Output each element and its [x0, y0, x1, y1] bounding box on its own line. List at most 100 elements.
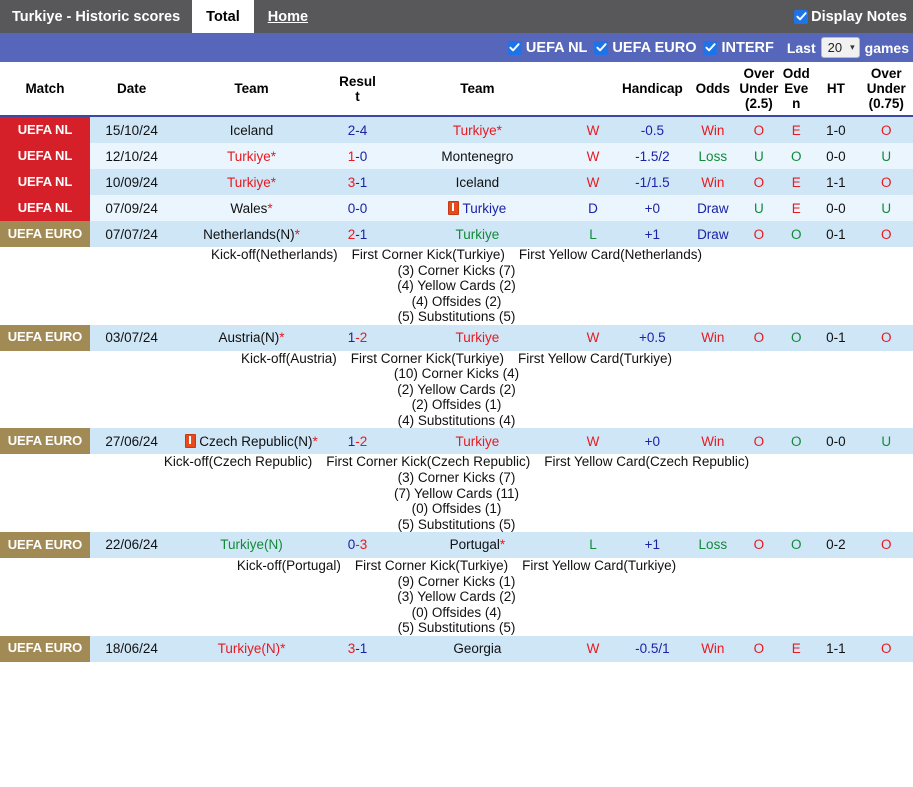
away-team[interactable]: Portugal*	[385, 532, 569, 558]
table-row[interactable]: UEFA NL10/09/24Turkiye*3-1IcelandW-1/1.5…	[0, 169, 913, 195]
table-row[interactable]: UEFA EURO22/06/24Turkiye(N)0-3Portugal*L…	[0, 532, 913, 558]
games-count-select[interactable]: 20 ▾	[821, 37, 860, 58]
home-team[interactable]: Wales*	[173, 195, 329, 221]
competition-badge[interactable]: UEFA NL	[0, 169, 90, 195]
away-team[interactable]: Turkiye	[385, 195, 569, 221]
over-under-25-value: O	[737, 116, 780, 143]
checkbox-checked-icon[interactable]	[508, 41, 522, 55]
over-under-25-value: U	[737, 143, 780, 169]
table-row[interactable]: UEFA EURO03/07/24Austria(N)*1-2TurkiyeW+…	[0, 325, 913, 351]
competition-badge[interactable]: UEFA EURO	[0, 325, 90, 351]
competition-badge[interactable]: UEFA NL	[0, 116, 90, 143]
table-row[interactable]: UEFA EURO07/07/24Netherlands(N)*2-1Turki…	[0, 221, 913, 247]
handicap-value: -0.5/1	[617, 636, 689, 662]
odds-value: Win	[688, 169, 737, 195]
odds-value: Win	[688, 428, 737, 454]
home-team[interactable]: Iceland	[173, 116, 329, 143]
col-match[interactable]: Match	[0, 62, 90, 116]
result-score: 0-3	[330, 532, 386, 558]
card-icon	[448, 201, 459, 215]
match-date: 15/10/24	[90, 116, 173, 143]
filter-uefa-nl[interactable]: UEFA NL	[508, 40, 588, 56]
col-team-home[interactable]: Team	[173, 62, 329, 116]
odds-value: Win	[688, 116, 737, 143]
result-score: 1-2	[330, 428, 386, 454]
half-time-score: 1-1	[812, 169, 859, 195]
checkbox-checked-icon[interactable]	[794, 10, 808, 24]
handicap-value: +1	[617, 221, 689, 247]
odd-even-value: O	[780, 143, 812, 169]
table-row[interactable]: UEFA EURO18/06/24Turkiye(N)*3-1GeorgiaW-…	[0, 636, 913, 662]
checkbox-checked-icon[interactable]	[594, 41, 608, 55]
away-team[interactable]: Turkiye	[385, 428, 569, 454]
tab-total[interactable]: Total	[192, 0, 254, 33]
competition-badge[interactable]: UEFA EURO	[0, 221, 90, 247]
team-name: Turkiye*	[227, 175, 276, 190]
competition-badge[interactable]: UEFA EURO	[0, 636, 90, 662]
over-under-075-value: O	[859, 169, 913, 195]
home-marker-asterisk: *	[280, 641, 285, 656]
note-headline-item: First Yellow Card(Czech Republic)	[544, 454, 749, 469]
team-name: Austria(N)*	[219, 330, 285, 345]
note-stat-line: (9) Corner Kicks (1)	[0, 574, 913, 590]
col-odds[interactable]: Odds	[688, 62, 737, 116]
col-spacer	[569, 62, 616, 116]
home-team[interactable]: Netherlands(N)*	[173, 221, 329, 247]
away-team[interactable]: Turkiye	[385, 325, 569, 351]
competition-badge[interactable]: UEFA EURO	[0, 532, 90, 558]
result-score: 3-1	[330, 636, 386, 662]
table-row[interactable]: UEFA EURO27/06/24Czech Republic(N)*1-2Tu…	[0, 428, 913, 454]
col-ht[interactable]: HT	[812, 62, 859, 116]
filter-interf[interactable]: INTERF	[703, 40, 773, 56]
note-headline-item: Kick-off(Austria)	[241, 351, 337, 366]
home-team[interactable]: Turkiye*	[173, 169, 329, 195]
odd-even-value: E	[780, 169, 812, 195]
col-over-under-25[interactable]: OverUnder(2.5)	[737, 62, 780, 116]
competition-badge[interactable]: UEFA NL	[0, 143, 90, 169]
table-row[interactable]: UEFA NL07/09/24Wales*0-0TurkiyeD+0DrawUE…	[0, 195, 913, 221]
match-notes-row: Kick-off(Czech Republic)First Corner Kic…	[0, 454, 913, 532]
col-handicap[interactable]: Handicap	[617, 62, 689, 116]
tab-home[interactable]: Home	[254, 0, 322, 33]
home-team[interactable]: Turkiye*	[173, 143, 329, 169]
home-team[interactable]: Turkiye(N)	[173, 532, 329, 558]
home-marker-asterisk: *	[271, 175, 276, 190]
table-row[interactable]: UEFA NL15/10/24Iceland2-4Turkiye*W-0.5Wi…	[0, 116, 913, 143]
col-result[interactable]: Result	[330, 62, 386, 116]
competition-badge[interactable]: UEFA NL	[0, 195, 90, 221]
home-team[interactable]: Turkiye(N)*	[173, 636, 329, 662]
away-team[interactable]: Iceland	[385, 169, 569, 195]
games-label: games	[865, 40, 909, 56]
note-stat-line: (0) Offsides (1)	[0, 501, 913, 517]
historic-scores-table: Match Date Team Result Team Handicap Odd…	[0, 62, 913, 662]
note-headline-item: First Corner Kick(Turkiye)	[352, 247, 505, 262]
competition-badge[interactable]: UEFA EURO	[0, 428, 90, 454]
checkbox-checked-icon[interactable]	[703, 41, 717, 55]
away-team[interactable]: Turkiye*	[385, 116, 569, 143]
last-label: Last	[787, 40, 816, 56]
home-marker-asterisk: *	[295, 227, 300, 242]
display-notes-label: Display Notes	[811, 9, 907, 25]
filter-interf-label: INTERF	[721, 40, 773, 56]
half-time-score: 0-1	[812, 325, 859, 351]
filter-uefa-euro[interactable]: UEFA EURO	[594, 40, 696, 56]
match-date: 18/06/24	[90, 636, 173, 662]
away-team[interactable]: Georgia	[385, 636, 569, 662]
col-odd-even[interactable]: OddEven	[780, 62, 812, 116]
display-notes-toggle[interactable]: Display Notes	[794, 0, 907, 33]
home-team[interactable]: Czech Republic(N)*	[173, 428, 329, 454]
match-date: 03/07/24	[90, 325, 173, 351]
col-over-under-075[interactable]: OverUnder(0.75)	[859, 62, 913, 116]
col-date[interactable]: Date	[90, 62, 173, 116]
table-row[interactable]: UEFA NL12/10/24Turkiye*1-0MontenegroW-1.…	[0, 143, 913, 169]
note-stat-line: (3) Corner Kicks (7)	[0, 263, 913, 279]
home-marker-asterisk: *	[279, 330, 284, 345]
col-team-away[interactable]: Team	[385, 62, 569, 116]
note-headline-item: First Corner Kick(Turkiye)	[355, 558, 508, 573]
table-header-row: Match Date Team Result Team Handicap Odd…	[0, 62, 913, 116]
away-team[interactable]: Turkiye	[385, 221, 569, 247]
notes-headline: Kick-off(Portugal)First Corner Kick(Turk…	[0, 558, 913, 574]
over-under-075-value: O	[859, 325, 913, 351]
away-team[interactable]: Montenegro	[385, 143, 569, 169]
home-team[interactable]: Austria(N)*	[173, 325, 329, 351]
